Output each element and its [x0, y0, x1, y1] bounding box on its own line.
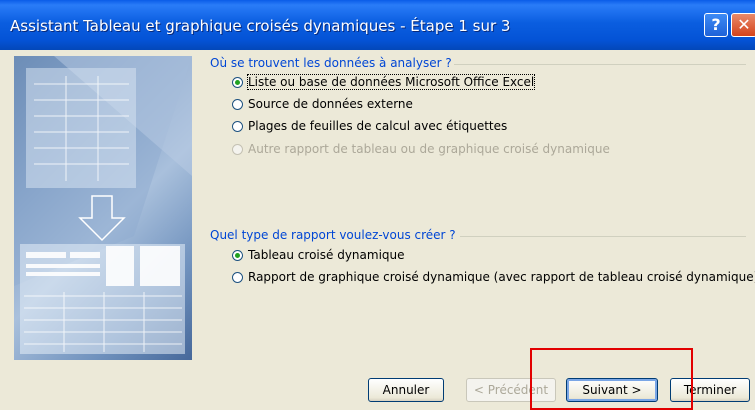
radio-label: Liste ou base de données Microsoft Offic… — [246, 74, 536, 90]
wizard-illustration — [14, 56, 192, 360]
title-bar: Assistant Tableau et graphique croisés d… — [0, 0, 755, 50]
radio-pivot-chart[interactable]: Rapport de graphique croisé dynamique (a… — [232, 270, 755, 284]
radio-icon — [232, 143, 243, 155]
close-button[interactable]: ✕ — [731, 13, 755, 37]
radio-label: Source de données externe — [248, 97, 413, 111]
radio-label: Tableau croisé dynamique — [248, 248, 405, 262]
cancel-button[interactable]: Annuler — [368, 378, 444, 402]
help-icon: ? — [711, 15, 721, 34]
window-title: Assistant Tableau et graphique croisés d… — [10, 17, 511, 35]
radio-external-source[interactable]: Source de données externe — [232, 97, 413, 111]
radio-label: Plages de feuilles de calcul avec étique… — [248, 119, 508, 133]
radio-excel-list[interactable]: Liste ou base de données Microsoft Offic… — [232, 74, 536, 90]
radio-selected-icon — [232, 76, 243, 88]
help-button[interactable]: ? — [704, 13, 728, 37]
data-source-group: Où se trouvent les données à analyser ? … — [202, 56, 752, 166]
radio-other-pivot-report: Autre rapport de tableau ou de graphique… — [232, 142, 610, 156]
data-source-group-title: Où se trouvent les données à analyser ? — [208, 56, 454, 70]
highlight-annotation — [530, 348, 693, 410]
radio-label: Autre rapport de tableau ou de graphique… — [248, 142, 610, 156]
close-icon: ✕ — [737, 15, 751, 34]
radio-label: Rapport de graphique croisé dynamique (a… — [248, 270, 755, 284]
radio-icon — [232, 120, 243, 132]
report-type-group: Quel type de rapport voulez-vous créer ?… — [202, 228, 755, 298]
radio-icon — [232, 98, 243, 110]
radio-selected-icon — [232, 249, 243, 261]
radio-consolidation-ranges[interactable]: Plages de feuilles de calcul avec étique… — [232, 119, 507, 133]
radio-icon — [232, 271, 243, 283]
radio-pivot-table[interactable]: Tableau croisé dynamique — [232, 248, 405, 262]
report-type-group-title: Quel type de rapport voulez-vous créer ? — [208, 228, 458, 242]
